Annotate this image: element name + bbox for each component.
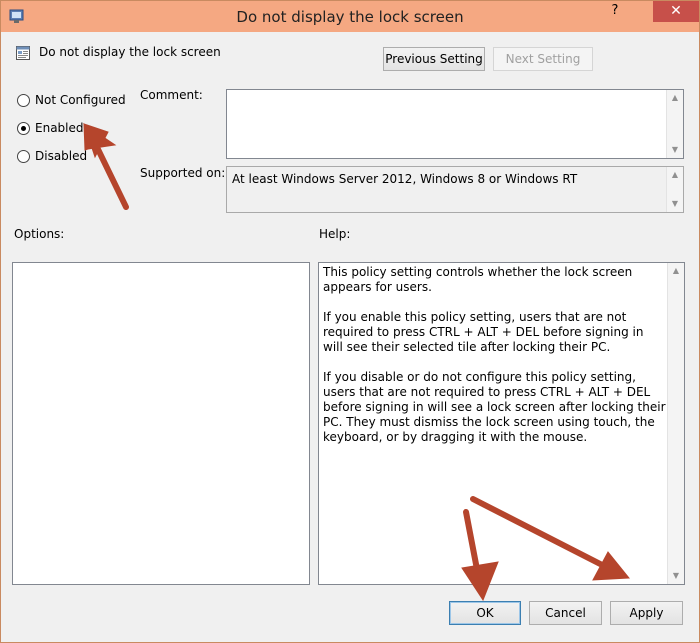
next-setting-button[interactable]: Next Setting xyxy=(493,47,593,71)
supported-on-value: At least Windows Server 2012, Windows 8 … xyxy=(232,172,578,186)
help-paragraph: If you disable or do not configure this … xyxy=(323,370,666,444)
help-icon[interactable]: ? xyxy=(602,1,628,22)
help-paragraph: This policy setting controls whether the… xyxy=(323,265,633,294)
scroll-down-icon[interactable]: ▼ xyxy=(667,142,683,158)
cancel-button[interactable]: Cancel xyxy=(529,601,602,625)
title-bar[interactable]: Do not display the lock screen ? ✕ xyxy=(1,1,699,32)
comment-label: Comment: xyxy=(140,88,203,102)
scroll-up-icon[interactable]: ▲ xyxy=(667,167,683,183)
window-title: Do not display the lock screen xyxy=(236,8,464,26)
supported-scrollbar[interactable]: ▲ ▼ xyxy=(666,167,683,212)
previous-setting-button[interactable]: Previous Setting xyxy=(383,47,485,71)
options-panel xyxy=(12,262,310,585)
help-scrollbar[interactable]: ▲ ▼ xyxy=(667,263,684,584)
radio-label: Enabled xyxy=(35,121,84,135)
comment-field[interactable]: ▲ ▼ xyxy=(226,89,684,159)
policy-icon xyxy=(15,45,31,61)
help-text: This policy setting controls whether the… xyxy=(323,265,667,460)
comment-scrollbar[interactable]: ▲ ▼ xyxy=(666,90,683,158)
radio-selected-dot xyxy=(21,126,26,131)
policy-name: Do not display the lock screen xyxy=(39,45,221,59)
radio-circle[interactable] xyxy=(17,122,30,135)
options-label: Options: xyxy=(14,227,65,241)
help-panel: This policy setting controls whether the… xyxy=(318,262,685,585)
scroll-up-icon[interactable]: ▲ xyxy=(667,90,683,106)
radio-circle[interactable] xyxy=(17,94,30,107)
help-paragraph: If you enable this policy setting, users… xyxy=(323,310,644,354)
help-label: Help: xyxy=(319,227,351,241)
scroll-down-icon[interactable]: ▼ xyxy=(667,196,683,212)
ok-button[interactable]: OK xyxy=(449,601,521,625)
radio-label: Disabled xyxy=(35,149,88,163)
radio-circle[interactable] xyxy=(17,150,30,163)
policy-dialog: Do not display the lock screen ? ✕ Do no… xyxy=(0,0,700,643)
supported-on-field: At least Windows Server 2012, Windows 8 … xyxy=(226,166,684,213)
supported-on-label: Supported on: xyxy=(140,166,226,180)
apply-button[interactable]: Apply xyxy=(610,601,683,625)
close-icon[interactable]: ✕ xyxy=(653,1,699,22)
scroll-up-icon[interactable]: ▲ xyxy=(668,263,684,279)
radio-label: Not Configured xyxy=(35,93,126,107)
scroll-down-icon[interactable]: ▼ xyxy=(668,568,684,584)
